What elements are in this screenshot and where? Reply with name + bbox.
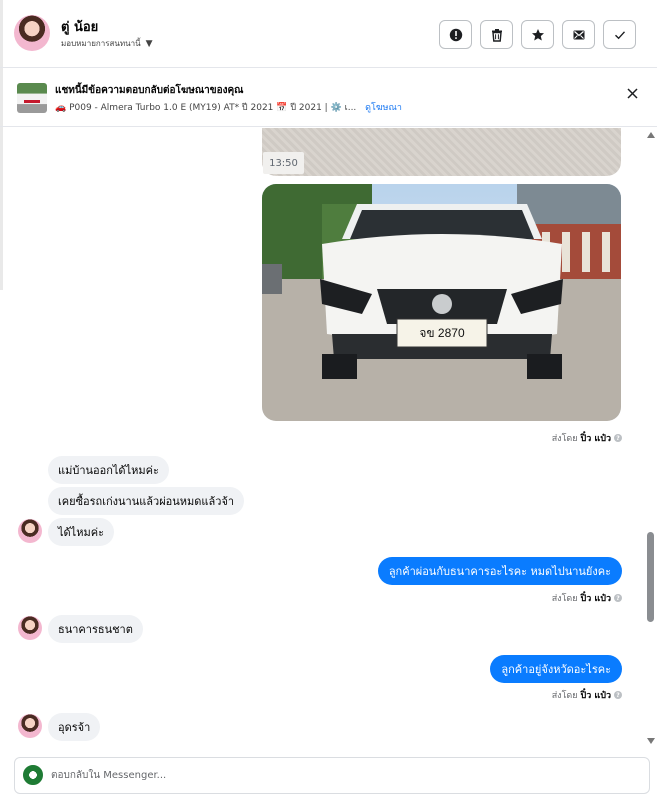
scroll-up-icon[interactable] [647, 132, 655, 138]
contact-avatar-small [18, 519, 42, 543]
previous-image-message[interactable] [262, 128, 621, 176]
report-icon [449, 28, 462, 41]
contact-avatar-small [18, 616, 42, 640]
star-icon [531, 28, 544, 40]
check-icon [614, 30, 625, 39]
info-icon[interactable]: ? [614, 594, 622, 602]
view-ad-link[interactable]: ดูโฆษณา [365, 103, 402, 113]
ad-banner-title: แชทนี้มีข้อความตอบกลับต่อโฆษณาของคุณ [55, 85, 244, 96]
assign-conversation-dropdown[interactable]: มอบหมายการสนทนานี้ ▼ [61, 37, 153, 50]
sent-by-label: ส่งโดย ปิ๋ว แป๋ว ? [552, 688, 622, 702]
incoming-message[interactable]: อุดรจ้า [48, 713, 101, 741]
ad-reply-banner: แชทนี้มีข้อความตอบกลับต่อโฆษณาของคุณ 🚗 P… [0, 69, 657, 127]
info-icon[interactable]: ? [614, 434, 622, 442]
contact-avatar-small [18, 714, 42, 738]
ad-details-text: 🚗 P009 - Almera Turbo 1.0 E (MY19) AT* ป… [55, 103, 357, 113]
incoming-message[interactable]: เคยซื้อรถเก่งนานแล้วผ่อนหมดแล้วจ้า [48, 487, 245, 515]
sent-by-name: ปิ๋ว แป๋ว [580, 691, 611, 701]
sent-by-name: ปิ๋ว แป๋ว [580, 434, 611, 444]
car-photo-message[interactable]: จข 2870 [262, 184, 621, 421]
incoming-message[interactable]: ได้ไหมค่ะ [48, 518, 114, 546]
outgoing-message[interactable]: ลูกค้าผ่อนกับธนาคารอะไรคะ หมดไปนานยังคะ [377, 557, 622, 585]
sent-by-prefix: ส่งโดย [551, 434, 578, 444]
conversation-header: ตู่ น้อย มอบหมายการสนทนานี้ ▼ [0, 0, 657, 68]
ad-banner-details: 🚗 P009 - Almera Turbo 1.0 E (MY19) AT* ป… [55, 100, 402, 114]
ad-thumbnail[interactable] [17, 83, 47, 113]
message-thread: 13:50 จข 2870 ส่งโดย ปิ๋ว แป๋ว ? แม่บ้าน… [0, 128, 657, 756]
message-timestamp: 13:50 [263, 152, 304, 174]
close-icon[interactable] [627, 88, 638, 99]
outgoing-message[interactable]: ลูกค้าอยู่จังหวัดอะไรคะ [490, 655, 622, 683]
license-plate-text: จข 2870 [419, 326, 465, 340]
message-composer [14, 757, 650, 794]
report-button[interactable] [439, 20, 472, 49]
sent-by-prefix: ส่งโดย [551, 594, 578, 604]
mark-unread-button[interactable] [562, 20, 595, 49]
incoming-message[interactable]: ธนาคารธนชาต [48, 615, 143, 643]
mark-done-button[interactable] [603, 20, 636, 49]
star-button[interactable] [521, 20, 554, 49]
caret-down-icon: ▼ [145, 38, 153, 49]
contact-avatar[interactable] [14, 15, 50, 51]
contact-name[interactable]: ตู่ น้อย [61, 16, 98, 37]
sent-by-prefix: ส่งโดย [551, 691, 578, 701]
delete-button[interactable] [480, 20, 513, 49]
sent-by-label: ส่งโดย ปิ๋ว แป๋ว ? [552, 591, 622, 605]
sent-by-name: ปิ๋ว แป๋ว [580, 594, 611, 604]
incoming-message[interactable]: แม่บ้านออกได้ไหมค่ะ [48, 456, 169, 484]
trash-icon [491, 28, 502, 42]
scroll-down-icon[interactable] [647, 738, 655, 744]
reply-input[interactable] [51, 764, 611, 786]
sent-by-label: ส่งโดย ปิ๋ว แป๋ว ? [552, 431, 622, 445]
thread-scrollbar[interactable] [645, 128, 656, 756]
scroll-thumb[interactable] [647, 532, 654, 622]
info-icon[interactable]: ? [614, 691, 622, 699]
header-actions [439, 20, 636, 49]
page-avatar-icon [23, 765, 43, 785]
mark-unread-icon [573, 30, 584, 39]
assign-label: มอบหมายการสนทนานี้ [61, 39, 141, 48]
